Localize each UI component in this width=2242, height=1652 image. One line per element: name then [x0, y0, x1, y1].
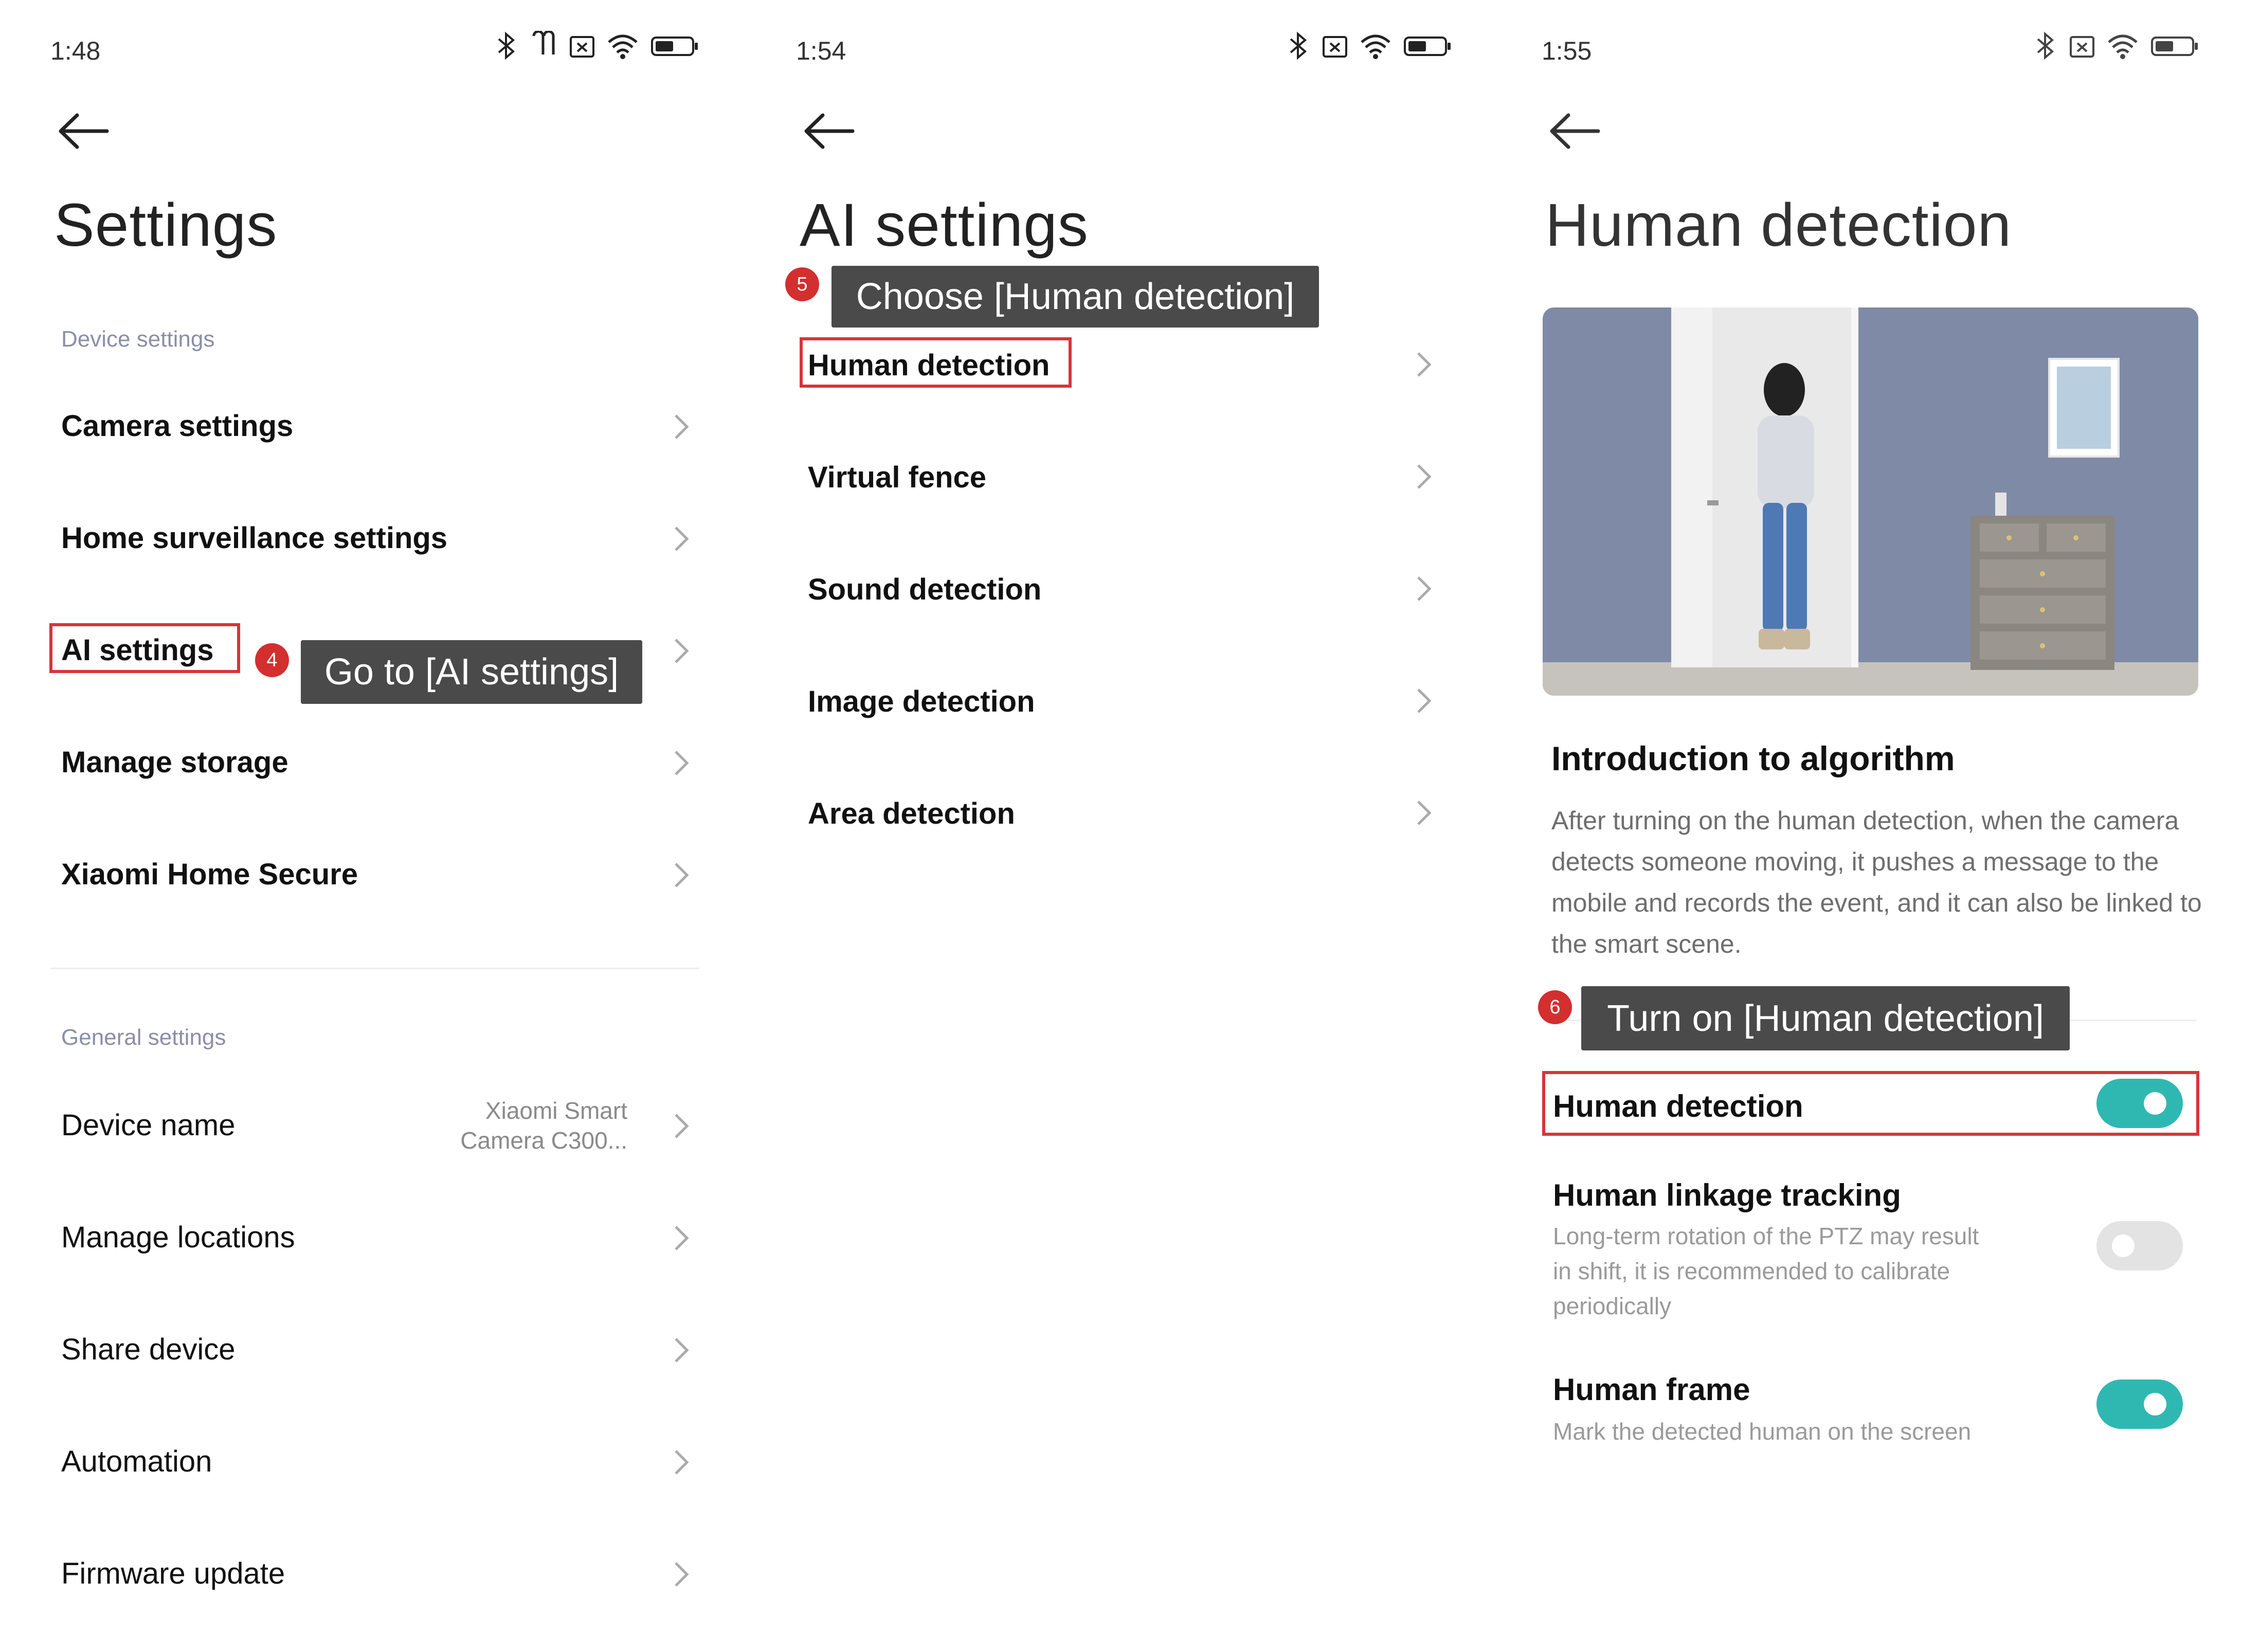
intro-title: Introduction to algorithm — [1551, 739, 1955, 777]
battery-icon — [2151, 37, 2198, 56]
human-frame-toggle[interactable] — [2096, 1379, 2183, 1429]
linkage-desc-line2: in shift, it is recommended to calibrate — [1553, 1258, 1950, 1284]
menu-item-home-surveillance[interactable]: Home surveillance settings — [61, 521, 447, 555]
page-title: AI settings — [800, 191, 1089, 259]
linkage-desc-line1: Long-term rotation of the PTZ may result — [1553, 1223, 1979, 1249]
human-detection-screen: 1:55 Human detection Introduction to alg… — [1491, 0, 2242, 1652]
menu-item-camera-settings[interactable]: Camera settings — [61, 409, 293, 443]
back-arrow-icon[interactable] — [801, 108, 858, 154]
section-divider — [50, 968, 699, 969]
menu-item-automation[interactable]: Automation — [61, 1444, 212, 1479]
chevron-right-icon — [675, 1450, 689, 1475]
menu-item-image-detection[interactable]: Image detection — [808, 684, 1035, 719]
bluetooth-icon — [498, 31, 515, 60]
linkage-desc-line3: periodically — [1553, 1293, 1672, 1319]
chevron-right-icon — [1417, 576, 1432, 601]
section-general-settings: General settings — [61, 1025, 226, 1050]
highlight-human-detection — [800, 337, 1072, 388]
human-frame-label: Human frame — [1553, 1372, 1750, 1407]
highlight-human-detection-toggle — [1542, 1071, 2199, 1136]
no-sim-icon — [1323, 36, 1347, 58]
tutorial-screenshot: 1:48 Settings Device settings Camera set… — [0, 0, 2242, 1652]
step-callout: Choose [Human detection] — [831, 266, 1319, 328]
wifi-icon — [608, 34, 638, 59]
status-time: 1:54 — [796, 37, 846, 65]
back-arrow-icon[interactable] — [56, 108, 112, 154]
bluetooth-icon — [1290, 31, 1307, 60]
menu-item-manage-storage[interactable]: Manage storage — [61, 745, 288, 779]
page-title: Settings — [54, 191, 278, 259]
settings-screen: 1:48 Settings Device settings Camera set… — [0, 0, 746, 1652]
wifi-icon — [1361, 34, 1390, 59]
back-arrow-icon[interactable] — [1547, 108, 1603, 154]
menu-item-xiaomi-home-secure[interactable]: Xiaomi Home Secure — [61, 857, 358, 892]
no-sim-icon — [570, 36, 594, 58]
menu-item-virtual-fence[interactable]: Virtual fence — [808, 460, 986, 495]
section-device-settings: Device settings — [61, 326, 215, 352]
status-time: 1:48 — [50, 37, 101, 65]
status-icons — [1287, 31, 1452, 61]
step-callout: Turn on [Human detection] — [1581, 986, 2070, 1050]
hero-illustration — [1543, 307, 2198, 696]
earbuds-icon — [532, 31, 555, 55]
no-sim-icon — [2070, 36, 2094, 58]
highlight-ai-settings — [49, 623, 240, 673]
human-linkage-tracking-label: Human linkage tracking — [1553, 1178, 1901, 1212]
status-icons — [495, 31, 699, 61]
menu-item-device-name[interactable]: Device name — [61, 1108, 235, 1142]
menu-item-area-detection[interactable]: Area detection — [808, 796, 1015, 831]
toggle-knob — [2112, 1235, 2135, 1257]
chevron-right-icon — [1417, 801, 1432, 825]
battery-icon — [1404, 37, 1451, 56]
wifi-icon — [2108, 34, 2138, 59]
step-badge: 4 — [255, 643, 289, 677]
chevron-right-icon — [675, 1226, 689, 1250]
chevron-right-icon — [675, 527, 689, 551]
status-icons — [2034, 31, 2199, 61]
ai-settings-screen: 1:54 AI settings 5 Choose [Human detecti… — [746, 0, 1491, 1652]
page-title: Human detection — [1545, 191, 2012, 259]
intro-text: After turning on the human detection, wh… — [1551, 806, 2202, 958]
human-linkage-tracking-toggle[interactable] — [2096, 1221, 2183, 1270]
device-name-value-line1: Xiaomi Smart — [485, 1097, 627, 1124]
chevron-right-icon — [675, 1114, 689, 1138]
step-badge: 6 — [1538, 990, 1572, 1024]
chevron-right-icon — [1417, 352, 1432, 377]
step-badge: 5 — [785, 267, 819, 301]
toggle-knob — [2144, 1393, 2166, 1415]
menu-item-firmware-update[interactable]: Firmware update — [61, 1556, 285, 1591]
step-callout: Go to [AI settings] — [301, 640, 642, 704]
chevron-right-icon — [675, 751, 689, 775]
battery-icon — [651, 37, 698, 56]
device-name-value-line2: Camera C300... — [460, 1127, 627, 1154]
chevron-right-icon — [675, 1562, 689, 1587]
human-frame-desc: Mark the detected human on the screen — [1553, 1418, 1972, 1445]
chevron-right-icon — [675, 414, 689, 439]
menu-item-share-device[interactable]: Share device — [61, 1332, 236, 1367]
chevron-right-icon — [675, 639, 689, 663]
status-time: 1:55 — [1542, 37, 1592, 65]
bluetooth-icon — [2037, 31, 2054, 60]
menu-item-manage-locations[interactable]: Manage locations — [61, 1220, 295, 1255]
chevron-right-icon — [1417, 464, 1432, 489]
chevron-right-icon — [1417, 688, 1432, 713]
chevron-right-icon — [675, 863, 689, 887]
chevron-right-icon — [675, 1338, 689, 1363]
human-linkage-tracking-desc: Long-term rotation of the PTZ may result… — [1553, 1219, 2026, 1323]
device-name-value: Xiaomi Smart Camera C300... — [422, 1096, 627, 1155]
menu-item-sound-detection[interactable]: Sound detection — [808, 572, 1041, 607]
